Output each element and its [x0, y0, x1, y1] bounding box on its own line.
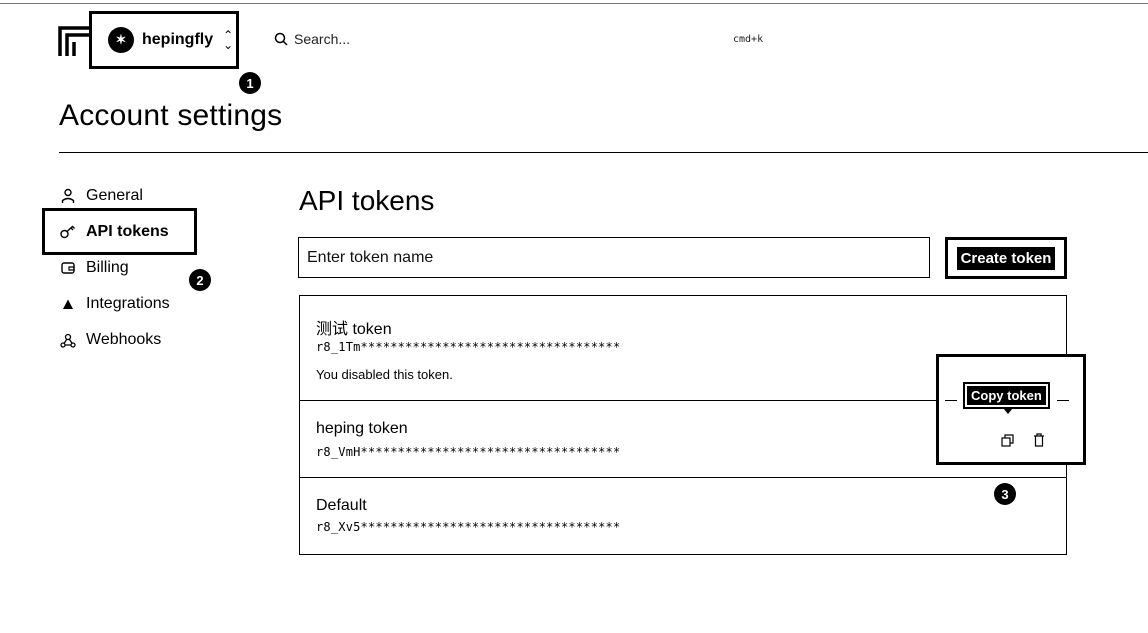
sidebar-item-label: Billing	[86, 259, 129, 276]
token-name: Default	[316, 497, 367, 514]
triangle-icon	[60, 298, 76, 310]
user-icon	[60, 188, 76, 204]
sidebar-item-label: Webhooks	[86, 331, 162, 348]
section-title: API tokens	[299, 185, 435, 216]
account-switcher[interactable]: ✶ hepingfly ⌃ ⌄	[89, 11, 239, 69]
sidebar-item-api-tokens[interactable]: API tokens	[60, 223, 169, 241]
divider	[59, 152, 1148, 153]
tooltip-arrow	[1003, 408, 1013, 414]
search-placeholder: Search...	[294, 31, 351, 47]
trash-icon	[1034, 433, 1044, 447]
avatar: ✶	[108, 27, 134, 53]
token-value: r8_VmH**********************************…	[316, 445, 621, 459]
copy-icon	[1000, 433, 1014, 447]
sidebar-item-label: General	[86, 187, 143, 204]
sidebar-item-integrations[interactable]: Integrations	[60, 295, 170, 313]
search-bar[interactable]: Search...	[274, 31, 350, 47]
search-icon	[274, 32, 288, 46]
webhook-icon	[60, 333, 76, 348]
sidebar-item-label: API tokens	[86, 223, 169, 240]
copy-token-button[interactable]	[999, 432, 1015, 448]
token-actions-highlight: Copy token	[936, 354, 1086, 465]
sidebar-item-general[interactable]: General	[60, 187, 143, 205]
chevron-up-down-icon: ⌃ ⌄	[223, 28, 234, 52]
search-shortcut: cmd+k	[733, 34, 764, 45]
step-marker-3: 3	[994, 483, 1016, 505]
sidebar-item-label: Integrations	[86, 295, 170, 312]
token-name: heping token	[316, 420, 408, 437]
page-title: Account settings	[59, 99, 283, 132]
wallet-icon	[60, 261, 76, 275]
token-row: Default r8_Xv5**************************…	[300, 478, 1066, 554]
token-status-note: You disabled this token.	[316, 367, 453, 382]
token-name-input[interactable]	[298, 237, 930, 278]
divider	[1057, 400, 1069, 401]
step-marker-2: 2	[189, 269, 211, 291]
sidebar-item-billing[interactable]: Billing	[60, 259, 129, 277]
delete-token-button[interactable]	[1031, 432, 1047, 448]
key-icon	[60, 225, 76, 239]
token-name: 测试 token	[316, 321, 392, 338]
create-token-button[interactable]: Create token	[956, 246, 1056, 270]
sidebar-item-webhooks[interactable]: Webhooks	[60, 331, 161, 349]
token-value: r8_1Tm**********************************…	[316, 340, 621, 354]
top-border	[0, 3, 1148, 4]
step-marker-1: 1	[239, 72, 261, 94]
token-value: r8_Xv5**********************************…	[316, 520, 621, 534]
create-token-highlight: Create token	[945, 237, 1067, 279]
divider	[945, 400, 957, 401]
account-name: hepingfly	[142, 31, 214, 48]
copy-token-tooltip: Copy token	[963, 382, 1050, 409]
